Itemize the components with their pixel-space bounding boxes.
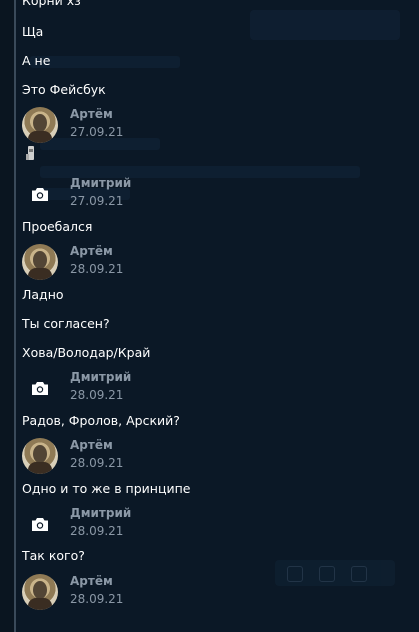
avatar[interactable] bbox=[22, 574, 58, 610]
camera-icon[interactable] bbox=[22, 176, 58, 212]
sticker-icon[interactable] bbox=[26, 146, 36, 162]
avatar[interactable] bbox=[22, 438, 58, 474]
message-date: 28.09.21 bbox=[70, 592, 124, 606]
message-text: Проебался bbox=[22, 219, 93, 234]
author-name[interactable]: Артём bbox=[70, 438, 113, 452]
ghost-toolbar bbox=[275, 560, 395, 586]
message-date: 28.09.21 bbox=[70, 262, 124, 276]
message-text: Ты согласен? bbox=[22, 316, 110, 331]
author-name[interactable]: Артём bbox=[70, 574, 113, 588]
message-date: 28.09.21 bbox=[70, 524, 124, 538]
message-text: Ща bbox=[22, 24, 44, 39]
message-text: Ладно bbox=[22, 287, 64, 302]
message-text: Это Фейсбук bbox=[22, 82, 106, 97]
message-text: Одно и то же в принципе bbox=[22, 481, 191, 496]
message-text: Радов, Фролов, Арский? bbox=[22, 413, 180, 428]
message-text: Так кого? bbox=[22, 548, 85, 563]
avatar[interactable] bbox=[22, 107, 58, 143]
message-date: 28.09.21 bbox=[70, 456, 124, 470]
chat-history[interactable]: Корни хз Ща А не Это Фейсбук Артём 27.09… bbox=[16, 0, 419, 632]
sidebar-edge bbox=[0, 0, 16, 632]
author-name[interactable]: Дмитрий bbox=[70, 176, 131, 190]
author-name[interactable]: Дмитрий bbox=[70, 506, 131, 520]
author-name[interactable]: Артём bbox=[70, 107, 113, 121]
camera-icon[interactable] bbox=[22, 506, 58, 542]
message-text: Хова/Володар/Край bbox=[22, 345, 151, 360]
message-date: 27.09.21 bbox=[70, 125, 124, 139]
camera-icon[interactable] bbox=[22, 370, 58, 406]
author-name[interactable]: Дмитрий bbox=[70, 370, 131, 384]
message-date: 27.09.21 bbox=[70, 194, 124, 208]
message-text: А не bbox=[22, 53, 51, 68]
author-name[interactable]: Артём bbox=[70, 244, 113, 258]
message-date: 28.09.21 bbox=[70, 388, 124, 402]
avatar[interactable] bbox=[22, 244, 58, 280]
message-text: Корни хз bbox=[22, 0, 81, 8]
